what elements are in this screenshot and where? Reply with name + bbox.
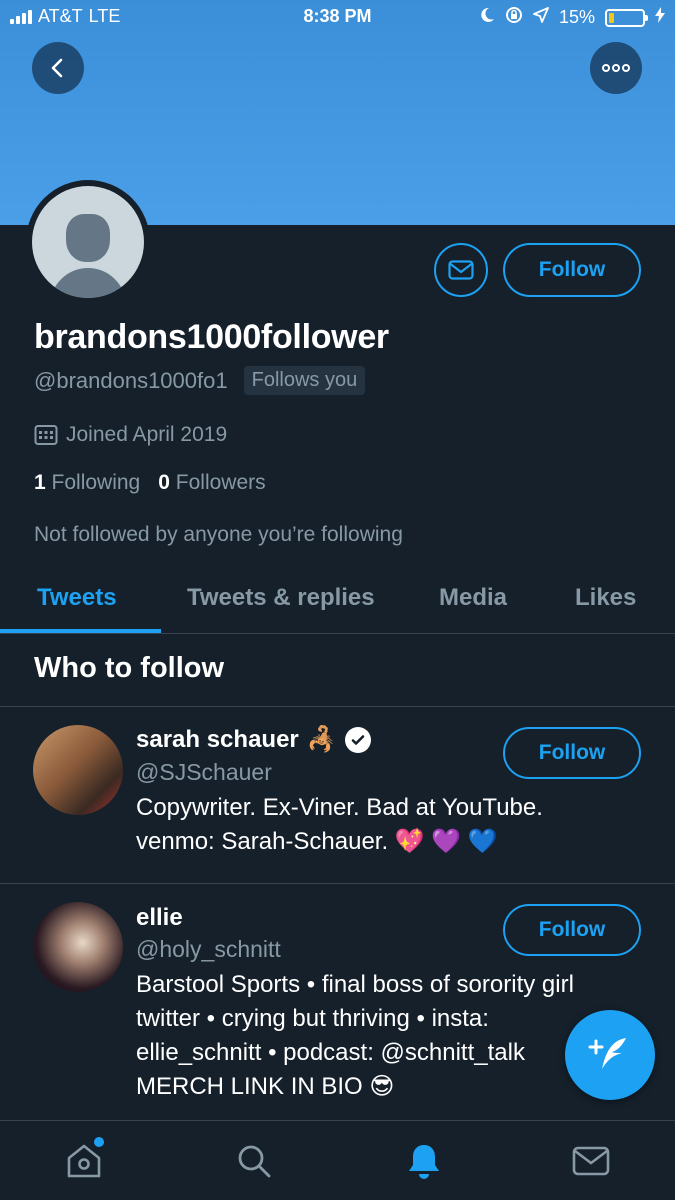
moon-icon (479, 7, 495, 28)
back-arrow-icon (51, 58, 63, 78)
who-to-follow-title: Who to follow (34, 652, 225, 684)
location-arrow-icon (533, 7, 549, 28)
more-icon (602, 64, 630, 72)
compose-tweet-icon (588, 1038, 626, 1069)
following-count-link[interactable]: 1 Following (34, 471, 140, 495)
verified-badge-icon (344, 726, 371, 753)
suggested-user-card[interactable]: sarah schauer 🦂 @SJSchauer Copywriter. E… (0, 707, 675, 883)
follow-button[interactable]: Follow (503, 243, 641, 297)
nav-notifications[interactable] (402, 1139, 446, 1183)
nav-home[interactable] (62, 1137, 106, 1183)
user-avatar[interactable] (33, 902, 123, 992)
suggested-user-card[interactable]: ellie @holy_schnitt Barstool Sports • fi… (0, 884, 675, 1120)
joined-date: Joined April 2019 (66, 423, 228, 446)
follow-button[interactable]: Follow (503, 904, 641, 956)
user-bio: Copywriter. Ex-Viner. Bad at YouTube. ve… (136, 794, 543, 855)
more-button[interactable] (590, 42, 642, 94)
default-avatar-icon (32, 186, 144, 298)
battery-icon (605, 8, 648, 27)
user-avatar[interactable] (33, 725, 123, 815)
nav-search[interactable] (232, 1139, 276, 1183)
calendar-icon (34, 425, 58, 445)
profile-handle: @brandons1000fo1 (34, 367, 228, 393)
charging-icon (655, 7, 665, 28)
notification-dot (94, 1137, 104, 1147)
profile-avatar[interactable] (26, 180, 150, 304)
user-handle: @holy_schnitt (136, 936, 281, 962)
user-display-name: sarah schauer (136, 725, 299, 753)
search-icon (238, 1145, 271, 1178)
envelope-icon (448, 260, 474, 280)
home-icon (67, 1144, 101, 1178)
tab-tweets-replies[interactable]: Tweets & replies (187, 584, 375, 612)
tab-tweets[interactable]: Tweets (37, 584, 117, 612)
scorpion-emoji: 🦂 (306, 726, 337, 753)
messages-icon (572, 1146, 610, 1176)
message-button[interactable] (434, 243, 488, 297)
follow-button[interactable]: Follow (503, 727, 641, 779)
back-button[interactable] (32, 42, 84, 94)
user-bio: Barstool Sports • final boss of sorority… (136, 971, 574, 1100)
status-bar: AT&T LTE 8:38 PM 15% (0, 0, 675, 34)
profile-display-name: brandons1000follower (34, 318, 389, 356)
tab-likes[interactable]: Likes (575, 584, 636, 612)
notifications-bell-icon (409, 1145, 439, 1179)
profile-tabs: Tweets Tweets & replies Media Likes (0, 570, 675, 634)
followers-count-link[interactable]: 0 Followers (158, 471, 265, 495)
active-tab-indicator (0, 629, 161, 633)
tab-media[interactable]: Media (439, 584, 507, 612)
nav-messages[interactable] (569, 1139, 613, 1183)
battery-percent: 15% (558, 7, 595, 27)
compose-tweet-button[interactable] (565, 1010, 655, 1100)
rotation-lock-icon (505, 6, 523, 29)
bottom-navigation (0, 1120, 675, 1200)
follows-you-badge: Follows you (243, 366, 366, 395)
user-display-name: ellie (136, 904, 183, 931)
mutual-followers-text: Not followed by anyone you’re following (34, 523, 403, 546)
user-handle: @SJSchauer (136, 759, 272, 785)
